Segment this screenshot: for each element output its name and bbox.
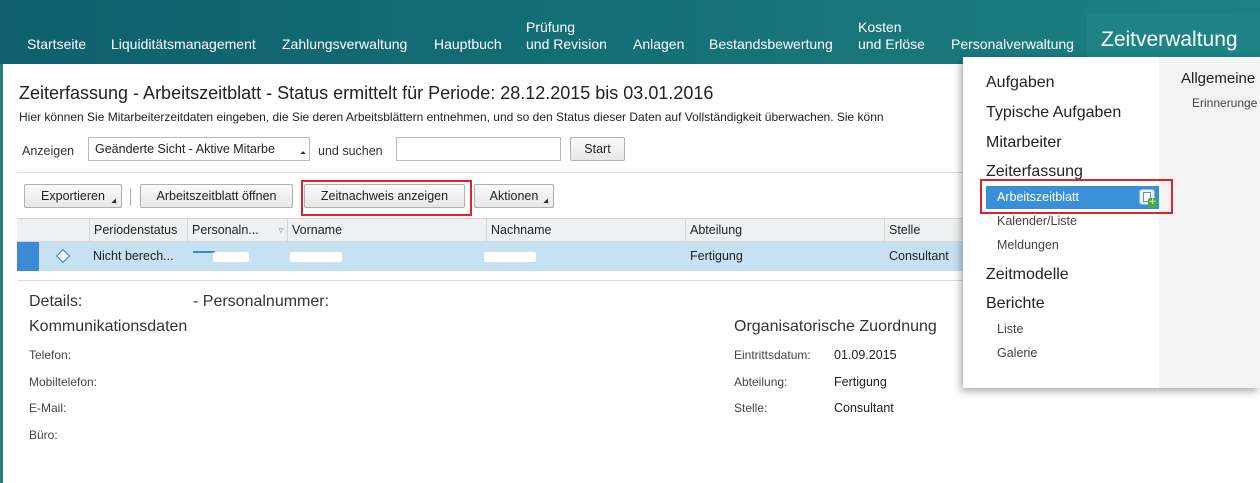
cell-position: Consultant xyxy=(889,249,949,263)
nav-kosten-und-erloese[interactable]: Kosten und Erlöse xyxy=(858,19,925,53)
top-navigation: Startseite Liquiditätsmanagement Zahlung… xyxy=(0,0,1260,64)
nav-liquiditaetsmanagement[interactable]: Liquiditätsmanagement xyxy=(111,36,256,52)
search-label: und suchen xyxy=(318,144,383,158)
organisation-heading: Organisatorische Zuordnung xyxy=(734,318,937,335)
menu-item-mitarbeiter[interactable]: Mitarbeiter xyxy=(986,134,1062,152)
nav-zeitverwaltung-label: Zeitverwaltung xyxy=(1101,28,1238,51)
column-header[interactable]: Periodenstatus xyxy=(89,219,187,241)
redacted-last-name xyxy=(484,252,536,262)
redacted-personnel-number xyxy=(213,252,249,262)
divider xyxy=(17,172,967,173)
position-label: Stelle: xyxy=(734,401,768,415)
actions-button-label: Aktionen xyxy=(489,189,539,203)
phone-label: Telefon: xyxy=(29,348,72,362)
nav-label-line1: Kosten xyxy=(858,19,902,35)
table-row[interactable]: Nicht berech... Fertigung Consultant xyxy=(17,242,967,271)
cell-status: Nicht berech... xyxy=(93,249,174,263)
redacted-first-name xyxy=(290,252,342,262)
open-timesheet-button[interactable]: Arbeitszeitblatt öffnen xyxy=(140,184,293,208)
table-header: Periodenstatus Personaln... ▿ Vorname Na… xyxy=(17,218,967,242)
office-label: Büro: xyxy=(29,428,58,442)
column-header[interactable]: Vorname xyxy=(287,219,484,241)
start-button[interactable]: Start xyxy=(570,137,625,161)
nav-zahlungsverwaltung[interactable]: Zahlungsverwaltung xyxy=(282,36,407,52)
toolbar-separator xyxy=(130,188,131,206)
row-selector[interactable] xyxy=(17,242,39,271)
export-button-label: Exportieren xyxy=(41,189,105,203)
entry-date-value: 01.09.2015 xyxy=(834,348,897,362)
export-button[interactable]: Exportieren xyxy=(24,184,122,208)
mobile-label: Mobiltelefon: xyxy=(29,375,98,389)
menu-item-meldungen[interactable]: Meldungen xyxy=(997,238,1059,252)
menu-item-zeitmodelle[interactable]: Zeitmodelle xyxy=(986,266,1069,284)
nav-personalverwaltung[interactable]: Personalverwaltung xyxy=(951,36,1074,52)
page-description: Hier können Sie Mitarbeiterzeitdaten ein… xyxy=(19,110,884,124)
menu-item-aufgaben[interactable]: Aufgaben xyxy=(986,74,1055,92)
dropdown-arrow-icon xyxy=(543,198,551,206)
menu-item-kalender-liste[interactable]: Kalender/Liste xyxy=(997,214,1077,228)
menu-item-liste[interactable]: Liste xyxy=(997,322,1023,336)
highlight-box xyxy=(980,179,1173,214)
communication-heading: Kommunikationsdaten xyxy=(29,318,188,335)
chevron-down-icon xyxy=(300,151,306,157)
column-header-label: Personaln... xyxy=(192,223,259,237)
view-select[interactable]: Geänderte Sicht - Aktive Mitarbe xyxy=(88,137,310,161)
menu-item-typische-aufgaben[interactable]: Typische Aufgaben xyxy=(986,104,1121,122)
nav-startseite[interactable]: Startseite xyxy=(27,36,86,52)
diamond-status-icon xyxy=(55,248,71,264)
highlight-box xyxy=(301,180,472,216)
column-header[interactable]: Nachname xyxy=(486,219,685,241)
personnel-number-link[interactable] xyxy=(193,251,215,253)
menu-right-item[interactable]: Erinnerunge xyxy=(1192,96,1257,110)
details-title: Details: xyxy=(29,293,83,310)
page-title: Zeiterfassung - Arbeitszeitblatt - Statu… xyxy=(19,83,714,103)
personnel-number-label: - Personalnummer: xyxy=(193,293,330,310)
email-label: E-Mail: xyxy=(29,401,67,415)
entry-date-label: Eintrittsdatum: xyxy=(734,348,811,362)
dropdown-arrow-icon xyxy=(111,198,119,206)
show-label: Anzeigen xyxy=(22,144,75,158)
menu-item-berichte[interactable]: Berichte xyxy=(986,295,1045,313)
department-value: Fertigung xyxy=(834,375,887,389)
nav-label-line1: Prüfung xyxy=(526,19,576,35)
actions-button[interactable]: Aktionen xyxy=(474,184,554,208)
cell-department: Fertigung xyxy=(690,249,743,263)
menu-right-heading[interactable]: Allgemeine xyxy=(1181,70,1255,87)
nav-anlagen[interactable]: Anlagen xyxy=(633,36,684,52)
nav-label-line2: und Revision xyxy=(526,36,607,52)
menu-item-galerie[interactable]: Galerie xyxy=(997,346,1037,360)
department-label: Abteilung: xyxy=(734,375,788,389)
divider xyxy=(17,280,967,281)
filter-icon: ▿ xyxy=(278,225,283,235)
column-header[interactable]: Abteilung xyxy=(685,219,884,241)
nav-hauptbuch[interactable]: Hauptbuch xyxy=(434,36,502,52)
column-header[interactable]: Stelle xyxy=(884,219,967,241)
position-value: Consultant xyxy=(834,401,894,415)
search-input[interactable] xyxy=(396,137,561,161)
column-header[interactable]: Personaln... ▿ xyxy=(187,219,287,241)
nav-label-line2: und Erlöse xyxy=(858,36,925,52)
nav-pruefung-und-revision[interactable]: Prüfung und Revision xyxy=(526,19,607,53)
view-select-value: Geänderte Sicht - Aktive Mitarbe xyxy=(95,142,275,156)
zeitverwaltung-dropdown-menu: Aufgaben Typische Aufgaben Mitarbeiter Z… xyxy=(963,57,1260,388)
nav-bestandsbewertung[interactable]: Bestandsbewertung xyxy=(709,36,833,52)
